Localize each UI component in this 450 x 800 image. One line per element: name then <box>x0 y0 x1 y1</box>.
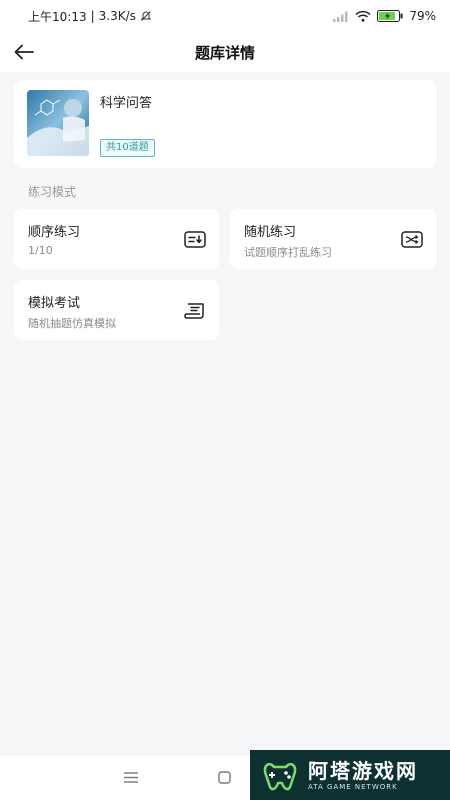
exam-scroll-icon <box>184 303 204 319</box>
status-bar: 上午10:13 | 3.3K/s 79% <box>0 0 450 32</box>
battery-icon <box>377 10 403 22</box>
battery-percent: 79% <box>409 9 436 23</box>
bank-cover-image <box>27 90 89 156</box>
status-left: 上午10:13 | 3.3K/s <box>28 8 152 25</box>
shuffle-icon <box>401 231 423 248</box>
status-right: 79% <box>333 9 436 23</box>
gamepad-logo-icon <box>263 763 297 791</box>
mode-description: 试题顺序打乱练习 <box>244 246 332 259</box>
site-watermark: 阿塔游戏网 ATA GAME NETWORK <box>250 750 450 800</box>
mute-bell-icon <box>140 11 152 21</box>
signal-icon <box>333 11 348 22</box>
watermark-subtitle: ATA GAME NETWORK <box>308 783 398 791</box>
menu-icon[interactable] <box>124 772 138 783</box>
network-speed: 3.3K/s <box>98 9 136 23</box>
home-square-icon[interactable] <box>218 771 231 784</box>
question-bank-card[interactable]: 科学问答 共10道题 <box>14 80 436 168</box>
random-practice-card[interactable]: 随机练习 试题顺序打乱练习 <box>230 209 436 269</box>
wifi-icon <box>355 10 371 22</box>
status-time: 上午10:13 <box>28 9 87 24</box>
page-title: 题库详情 <box>194 43 255 62</box>
bank-title: 科学问答 <box>100 96 153 111</box>
question-count-badge: 共10道题 <box>100 139 155 157</box>
sequential-practice-card[interactable]: 顺序练习 1/10 <box>14 209 219 269</box>
watermark-title: 阿塔游戏网 <box>308 759 418 783</box>
watermark-text: 阿塔游戏网 ATA GAME NETWORK <box>308 759 418 791</box>
mode-description: 随机抽题仿真模拟 <box>28 317 116 330</box>
mock-exam-card[interactable]: 模拟考试 随机抽题仿真模拟 <box>14 280 219 340</box>
sequence-icon <box>184 231 206 248</box>
mode-progress: 1/10 <box>28 244 53 257</box>
status-separator: | <box>90 9 95 23</box>
mode-title: 模拟考试 <box>28 296 81 311</box>
back-button[interactable] <box>10 38 38 66</box>
arrow-left-icon <box>14 44 34 60</box>
section-label: 练习模式 <box>28 185 77 199</box>
mode-title: 顺序练习 <box>28 225 81 240</box>
mode-title: 随机练习 <box>244 225 297 240</box>
app-header: 题库详情 <box>0 32 450 72</box>
